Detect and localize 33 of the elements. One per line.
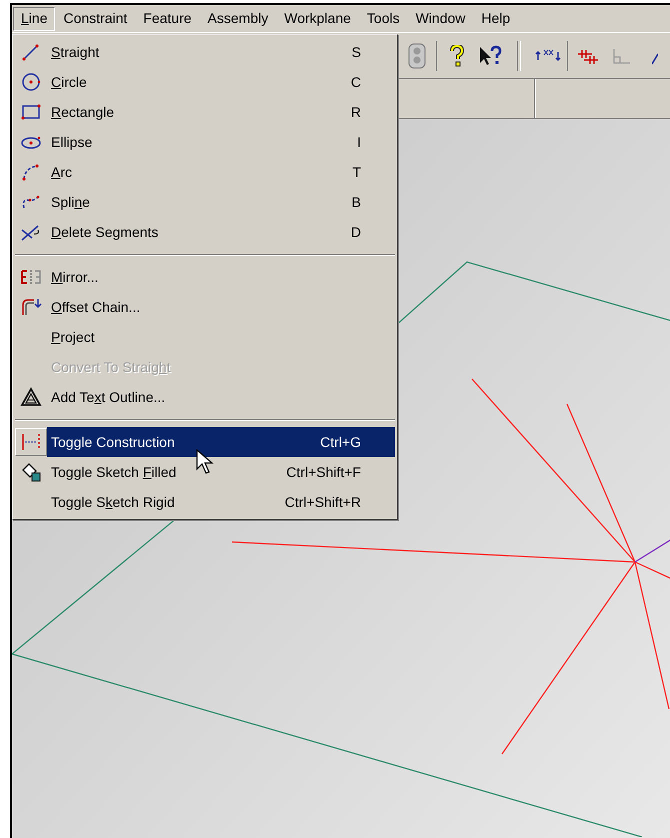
menu-bar-item[interactable]: Feature <box>135 6 200 30</box>
menu-item[interactable]: Toggle Sketch Filled Ctrl+Shift+F <box>47 457 395 487</box>
rectangle-icon <box>20 102 42 122</box>
mouse-cursor-icon <box>196 449 214 475</box>
menu-item[interactable]: Mirror... <box>47 262 395 292</box>
menu-bar-item[interactable]: Tools <box>358 6 408 30</box>
menu-bar-item[interactable]: Constraint <box>55 6 136 30</box>
menu-item[interactable]: Rectangle R <box>47 97 395 127</box>
menu-item[interactable]: Toggle Sketch Rigid Ctrl+Shift+R <box>47 487 395 517</box>
menu-item[interactable]: Toggle Construction Ctrl+G <box>47 427 395 457</box>
text-outline-icon <box>20 387 42 407</box>
offset-chain-icon <box>20 297 42 317</box>
menu-item[interactable]: Offset Chain... <box>47 292 395 322</box>
menu-item[interactable]: Ellipse I <box>47 127 395 157</box>
menu-bar-item[interactable]: Workplane <box>276 6 359 30</box>
circle-icon <box>20 72 42 92</box>
menu-item[interactable]: Spline B <box>47 187 395 217</box>
menu-bar-item[interactable]: Help <box>473 6 518 30</box>
context-help-icon[interactable] <box>478 44 502 66</box>
menu-item[interactable]: Add Text Outline... <box>47 382 395 412</box>
menu-bar-item[interactable]: Line <box>13 6 56 30</box>
help-icon[interactable] <box>450 44 464 66</box>
menu-item[interactable]: Arc T <box>47 157 395 187</box>
menu-bar-item[interactable]: Window <box>408 6 474 30</box>
record-icon[interactable] <box>408 42 426 68</box>
menu-item[interactable]: Circle C <box>47 67 395 97</box>
mirror-icon <box>20 267 42 287</box>
paint-bucket-icon <box>20 462 42 482</box>
menu-item[interactable]: Project <box>47 322 395 352</box>
menu-bar-item[interactable]: Assembly <box>200 6 276 30</box>
menu-item[interactable]: Delete Segments D <box>47 217 395 247</box>
menu-item[interactable]: Straight S <box>47 37 395 67</box>
construction-icon <box>20 432 42 452</box>
